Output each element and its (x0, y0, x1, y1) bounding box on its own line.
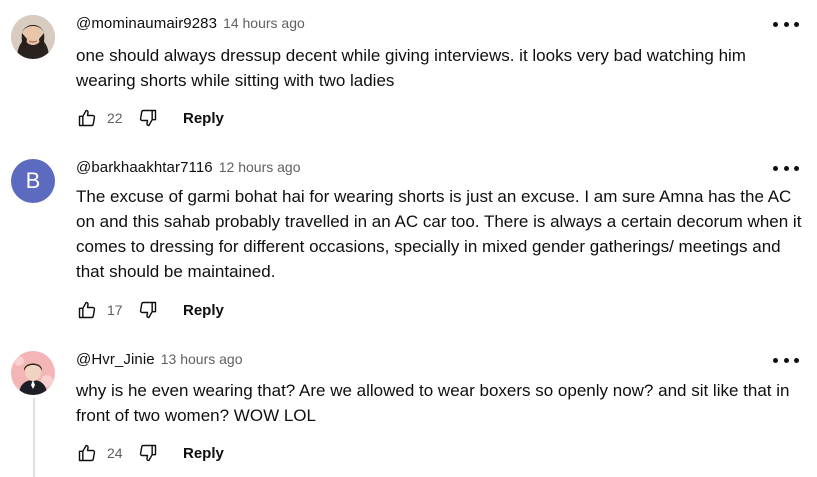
comment-header: @Hvr_Jinie 13 hours ago (76, 351, 242, 371)
comment-text: why is he even wearing that? Are we allo… (76, 381, 790, 425)
author-name[interactable]: @Hvr_Jinie (76, 351, 155, 368)
thumbs-down-icon[interactable] (137, 442, 159, 464)
more-options-icon[interactable] (772, 350, 800, 370)
like-count: 24 (107, 445, 123, 461)
thread-line (33, 398, 35, 477)
reply-button[interactable]: Reply (183, 445, 224, 462)
timestamp[interactable]: 13 hours ago (161, 351, 243, 367)
comment-3: @Hvr_Jinie 13 hours ago why is he even w… (0, 0, 817, 477)
avatar[interactable] (11, 351, 55, 395)
thumbs-up-icon[interactable] (76, 442, 98, 464)
comment-actions: 24 Reply (76, 441, 224, 465)
